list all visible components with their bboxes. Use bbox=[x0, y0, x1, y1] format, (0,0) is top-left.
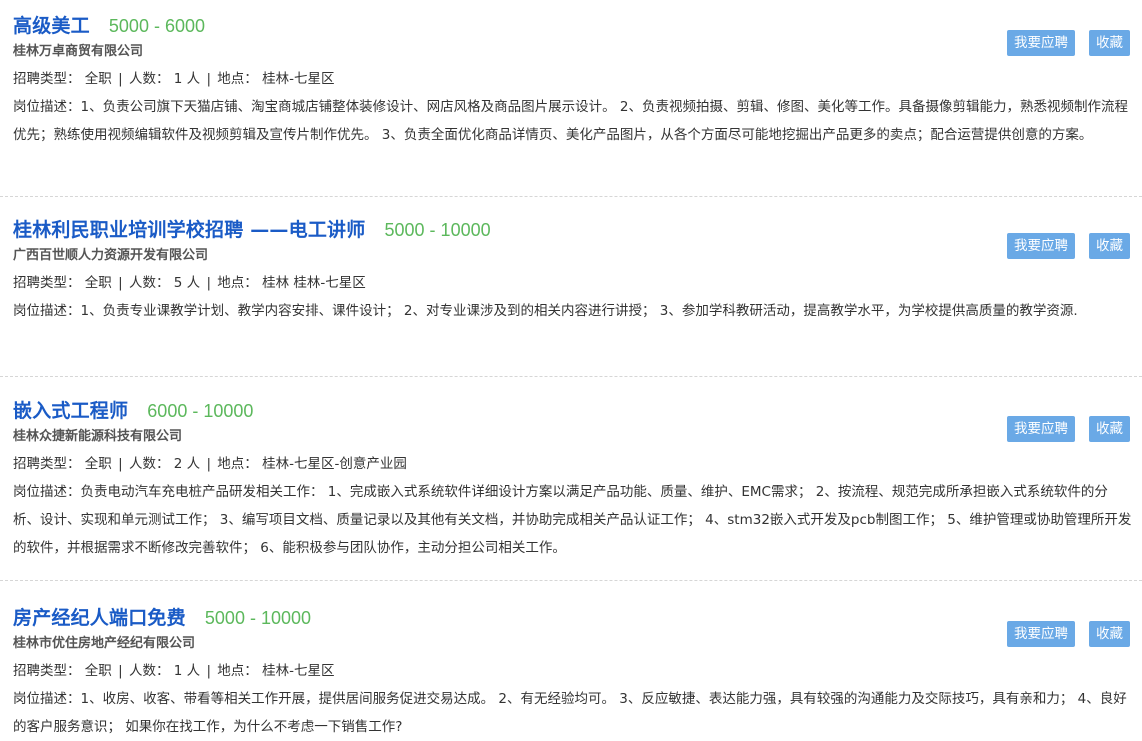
type-label: 招聘类型： bbox=[13, 663, 81, 679]
job-title-link[interactable]: 房产经纪人端口免费 bbox=[13, 607, 186, 629]
job-location: 桂林-七星区 bbox=[262, 663, 335, 679]
job-title-link[interactable]: 嵌入式工程师 bbox=[13, 400, 128, 422]
job-description: 岗位描述：负责电动汽车充电桩产品研发相关工作： 1、完成嵌入式系统软件详细设计方… bbox=[13, 478, 1132, 562]
job-title-link[interactable]: 桂林利民职业培训学校招聘 ——电工讲师 bbox=[13, 219, 365, 241]
job-location: 桂林-七星区 bbox=[262, 71, 335, 87]
favorite-button[interactable]: 收藏 bbox=[1089, 30, 1130, 56]
job-salary: 5000 - 10000 bbox=[204, 608, 311, 628]
meta-separator: | bbox=[118, 456, 123, 472]
meta-separator: | bbox=[206, 71, 211, 87]
job-title-row: 桂林利民职业培训学校招聘 ——电工讲师 5000 - 10000 bbox=[13, 216, 1132, 244]
job-actions: 我要应聘 收藏 bbox=[1007, 621, 1130, 647]
desc-label: 岗位描述： bbox=[13, 484, 81, 500]
meta-separator: | bbox=[206, 663, 211, 679]
meta-separator: | bbox=[206, 456, 211, 472]
meta-separator: | bbox=[118, 71, 123, 87]
job-description: 岗位描述：1、收房、收客、带看等相关工作开展，提供居间服务促进交易达成。 2、有… bbox=[13, 685, 1132, 741]
job-type: 全职 bbox=[84, 71, 112, 87]
company-name: 桂林市优住房地产经纪有限公司 bbox=[13, 636, 196, 651]
job-meta: 招聘类型： 全职 | 人数： 1 人 | 地点： 桂林-七星区 bbox=[13, 658, 1132, 684]
favorite-button[interactable]: 收藏 bbox=[1089, 233, 1130, 259]
count-label: 人数： bbox=[128, 275, 170, 291]
job-title-link[interactable]: 高级美工 bbox=[13, 15, 90, 37]
desc-text: 负责电动汽车充电桩产品研发相关工作： 1、完成嵌入式系统软件详细设计方案以满足产… bbox=[13, 484, 1132, 556]
type-label: 招聘类型： bbox=[13, 275, 81, 291]
location-label: 地点： bbox=[217, 275, 258, 291]
job-description: 岗位描述：1、负责公司旗下天猫店铺、淘宝商城店铺整体装修设计、网店风格及商品图片… bbox=[13, 93, 1132, 149]
job-card: 房产经纪人端口免费 5000 - 10000 桂林市优住房地产经纪有限公司 招聘… bbox=[0, 581, 1142, 740]
meta-separator: | bbox=[118, 275, 123, 291]
job-count: 1 人 bbox=[173, 663, 201, 679]
favorite-button[interactable]: 收藏 bbox=[1089, 621, 1130, 647]
job-meta: 招聘类型： 全职 | 人数： 2 人 | 地点： 桂林-七星区-创意产业园 bbox=[13, 451, 1132, 477]
favorite-button[interactable]: 收藏 bbox=[1089, 416, 1130, 442]
desc-label: 岗位描述： bbox=[13, 99, 81, 115]
job-title-row: 高级美工 5000 - 6000 bbox=[13, 12, 1132, 40]
job-count: 5 人 bbox=[173, 275, 201, 291]
job-salary: 5000 - 10000 bbox=[384, 220, 491, 240]
location-label: 地点： bbox=[217, 663, 258, 679]
company-name: 桂林众捷新能源科技有限公司 bbox=[13, 429, 183, 444]
job-meta: 招聘类型： 全职 | 人数： 1 人 | 地点： 桂林-七星区 bbox=[13, 66, 1132, 92]
apply-button[interactable]: 我要应聘 bbox=[1007, 30, 1075, 56]
job-card: 高级美工 5000 - 6000 桂林万卓商贸有限公司 招聘类型： 全职 | 人… bbox=[0, 0, 1142, 197]
count-label: 人数： bbox=[128, 663, 170, 679]
job-title-row: 嵌入式工程师 6000 - 10000 bbox=[13, 397, 1132, 425]
desc-text: 1、负责公司旗下天猫店铺、淘宝商城店铺整体装修设计、网店风格及商品图片展示设计。… bbox=[13, 99, 1128, 143]
location-label: 地点： bbox=[217, 71, 258, 87]
company-name: 广西百世顺人力资源开发有限公司 bbox=[13, 248, 209, 263]
type-label: 招聘类型： bbox=[13, 456, 81, 472]
job-actions: 我要应聘 收藏 bbox=[1007, 233, 1130, 259]
job-salary: 6000 - 10000 bbox=[147, 401, 254, 421]
meta-separator: | bbox=[206, 275, 211, 291]
job-card: 嵌入式工程师 6000 - 10000 桂林众捷新能源科技有限公司 招聘类型： … bbox=[0, 377, 1142, 581]
job-count: 1 人 bbox=[173, 71, 201, 87]
job-actions: 我要应聘 收藏 bbox=[1007, 30, 1130, 56]
job-count: 2 人 bbox=[173, 456, 201, 472]
job-type: 全职 bbox=[84, 663, 112, 679]
job-meta: 招聘类型： 全职 | 人数： 5 人 | 地点： 桂林 桂林-七星区 bbox=[13, 270, 1132, 296]
job-salary: 5000 - 6000 bbox=[108, 16, 205, 36]
job-location: 桂林 桂林-七星区 bbox=[262, 275, 366, 291]
count-label: 人数： bbox=[128, 71, 170, 87]
count-label: 人数： bbox=[128, 456, 170, 472]
job-location: 桂林-七星区-创意产业园 bbox=[262, 456, 407, 472]
desc-label: 岗位描述： bbox=[13, 691, 81, 707]
job-actions: 我要应聘 收藏 bbox=[1007, 416, 1130, 442]
desc-label: 岗位描述： bbox=[13, 303, 81, 319]
job-title-row: 房产经纪人端口免费 5000 - 10000 bbox=[13, 604, 1132, 632]
company-name: 桂林万卓商贸有限公司 bbox=[13, 44, 144, 59]
meta-separator: | bbox=[118, 663, 123, 679]
type-label: 招聘类型： bbox=[13, 71, 81, 87]
job-card: 桂林利民职业培训学校招聘 ——电工讲师 5000 - 10000 广西百世顺人力… bbox=[0, 197, 1142, 377]
job-list: 高级美工 5000 - 6000 桂林万卓商贸有限公司 招聘类型： 全职 | 人… bbox=[0, 0, 1142, 740]
location-label: 地点： bbox=[217, 456, 258, 472]
apply-button[interactable]: 我要应聘 bbox=[1007, 621, 1075, 647]
job-type: 全职 bbox=[84, 456, 112, 472]
desc-text: 1、收房、收客、带看等相关工作开展，提供居间服务促进交易达成。 2、有无经验均可… bbox=[13, 691, 1127, 735]
job-type: 全职 bbox=[84, 275, 112, 291]
desc-text: 1、负责专业课教学计划、教学内容安排、课件设计； 2、对专业课涉及到的相关内容进… bbox=[80, 303, 1078, 319]
apply-button[interactable]: 我要应聘 bbox=[1007, 233, 1075, 259]
apply-button[interactable]: 我要应聘 bbox=[1007, 416, 1075, 442]
job-description: 岗位描述：1、负责专业课教学计划、教学内容安排、课件设计； 2、对专业课涉及到的… bbox=[13, 297, 1132, 325]
